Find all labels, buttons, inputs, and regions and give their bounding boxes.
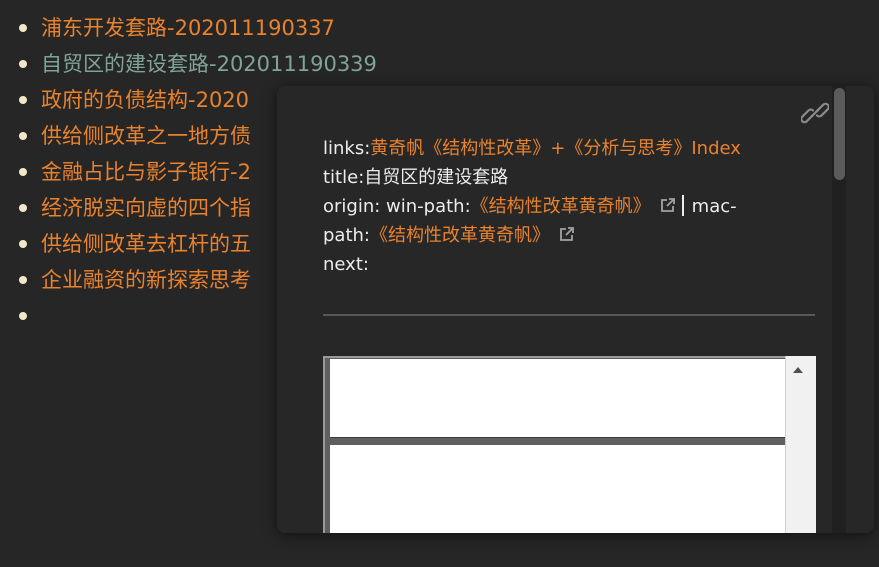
- bullet-icon: [19, 204, 27, 212]
- external-link-icon[interactable]: [659, 197, 676, 214]
- bullet-icon: [19, 96, 27, 104]
- origin-property-continued: path:《结构性改革黄奇帆》: [323, 221, 793, 250]
- bullet-icon: [19, 132, 27, 140]
- bullet-icon: [19, 168, 27, 176]
- separator-bar: [681, 195, 684, 216]
- page-preview-popover: links:黄奇帆《结构性改革》+《分析与思考》Index title:自贸区的…: [277, 86, 874, 533]
- bullet-icon: [19, 276, 27, 284]
- embedded-scrollbar[interactable]: [785, 356, 816, 533]
- scroll-up-arrow-icon[interactable]: [793, 367, 803, 373]
- chain-link-icon[interactable]: [801, 99, 829, 127]
- bullet-icon: [19, 60, 27, 68]
- embedded-pane-top[interactable]: [330, 359, 785, 438]
- popover-scrollbar-thumb[interactable]: [834, 88, 845, 180]
- page-properties: links:黄奇帆《结构性改革》+《分析与思考》Index title:自贸区的…: [323, 134, 793, 279]
- note-link[interactable]: 经济脱实向虚的四个指: [41, 196, 251, 220]
- origin-mac-link[interactable]: 《结构性改革黄奇帆》: [370, 225, 550, 246]
- note-link[interactable]: 浦东开发套路-202011190337: [41, 16, 335, 40]
- horizontal-divider: [323, 314, 815, 316]
- links-label: links:: [323, 138, 371, 159]
- note-link[interactable]: 企业融资的新探索思考: [41, 268, 251, 292]
- next-property: next:: [323, 250, 793, 279]
- list-item[interactable]: 自贸区的建设套路-202011190339: [0, 46, 377, 82]
- note-link[interactable]: 供给侧改革去杠杆的五: [41, 232, 251, 256]
- embedded-pane-bottom[interactable]: [330, 445, 785, 533]
- links-property: links:黄奇帆《结构性改革》+《分析与思考》Index: [323, 134, 793, 163]
- title-property: title:自贸区的建设套路: [323, 163, 793, 192]
- origin-label: origin: win-path:: [323, 196, 471, 217]
- title-value: 自贸区的建设套路: [364, 167, 509, 188]
- origin-mac-label: mac-: [691, 196, 737, 217]
- next-label: next:: [323, 254, 369, 275]
- bullet-icon: [19, 240, 27, 248]
- note-link[interactable]: 供给侧改革之一地方债: [41, 124, 251, 148]
- origin-win-link[interactable]: 《结构性改革黄奇帆》: [471, 196, 651, 217]
- list-item[interactable]: 浦东开发套路-202011190337: [0, 10, 377, 46]
- external-link-icon[interactable]: [558, 226, 575, 243]
- bullet-icon: [19, 24, 27, 32]
- embedded-frame[interactable]: [323, 356, 816, 533]
- note-link[interactable]: 金融占比与影子银行-2: [41, 160, 251, 184]
- origin-path-label: path:: [323, 225, 370, 246]
- links-value-link[interactable]: 黄奇帆《结构性改革》+《分析与思考》Index: [370, 138, 741, 159]
- bullet-icon: [19, 312, 27, 320]
- note-link[interactable]: 政府的负债结构-2020: [41, 88, 249, 112]
- note-link-active[interactable]: 自贸区的建设套路-202011190339: [41, 52, 377, 76]
- title-label: title:: [323, 167, 365, 188]
- origin-property: origin: win-path:《结构性改革黄奇帆》 mac-: [323, 192, 793, 221]
- embedded-frame-border: [323, 356, 785, 533]
